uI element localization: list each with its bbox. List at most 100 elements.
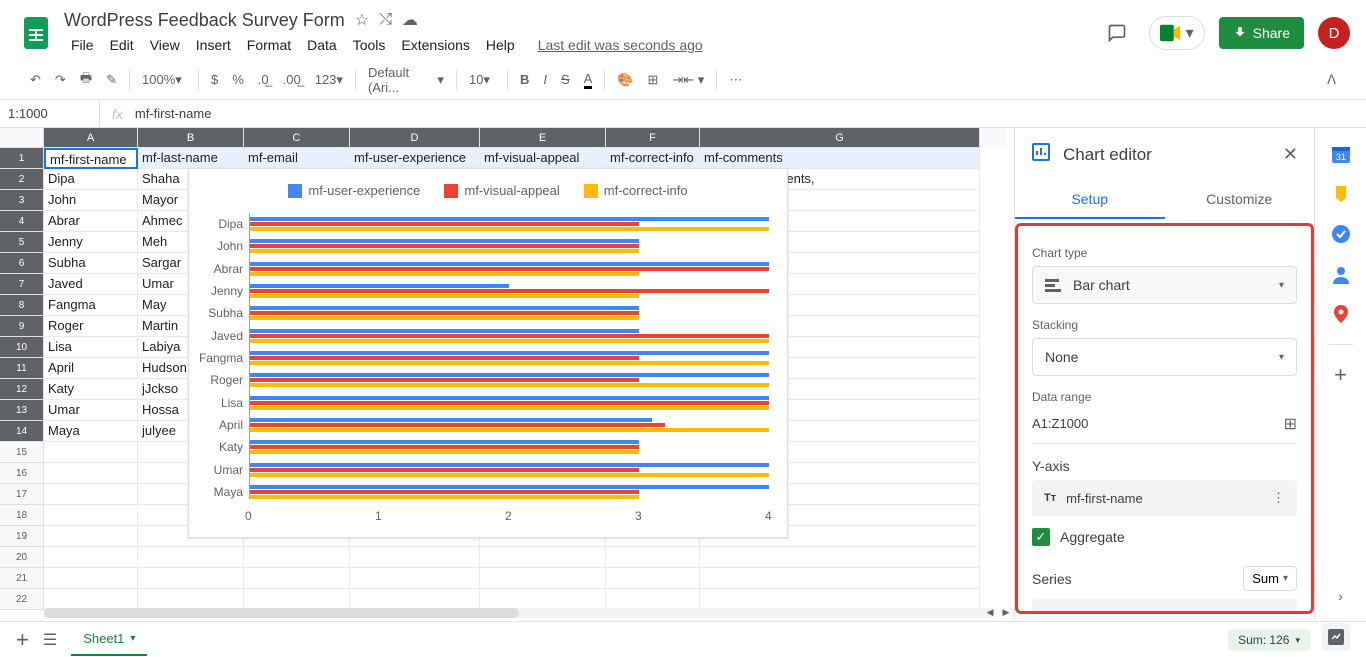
cell-C1[interactable]: mf-email [244, 148, 350, 169]
print-icon[interactable]: 🖶 [74, 65, 98, 95]
series-chip[interactable]: 123mf-user-experienceSum ⋮ [1032, 599, 1297, 614]
cell-A4[interactable]: Abrar [44, 211, 138, 232]
col-header-A[interactable]: A [44, 128, 138, 148]
menu-file[interactable]: File [64, 33, 101, 57]
addons-icon[interactable]: + [1331, 365, 1351, 385]
chart-type-select[interactable]: Bar chart▾ [1032, 266, 1297, 304]
dec-decimal-icon[interactable]: .0̲ [252, 68, 275, 91]
cell-E1[interactable]: mf-visual-appeal [480, 148, 606, 169]
row-header-11[interactable]: 11 [0, 358, 44, 379]
comments-icon[interactable] [1099, 15, 1135, 51]
cell-A9[interactable]: Roger [44, 316, 138, 337]
fill-color-icon[interactable]: 🎨 [611, 68, 639, 92]
cell-B21[interactable] [138, 568, 244, 589]
percent-icon[interactable]: % [226, 68, 250, 91]
inc-decimal-icon[interactable]: .00̲ [277, 68, 307, 91]
all-sheets-button[interactable]: ☰ [43, 630, 57, 650]
sheets-logo[interactable] [16, 13, 56, 53]
cell-A11[interactable]: April [44, 358, 138, 379]
col-header-D[interactable]: D [350, 128, 480, 148]
row-header-1[interactable]: 1 [0, 148, 44, 169]
maps-icon[interactable] [1331, 304, 1351, 324]
scroll-right-icon[interactable]: ▶ [998, 606, 1014, 618]
embedded-chart[interactable]: mf-user-experiencemf-visual-appealmf-cor… [188, 168, 788, 538]
zoom-select[interactable]: 100% ▾ [136, 68, 192, 92]
cell-A20[interactable] [44, 547, 138, 568]
cell-A13[interactable]: Umar [44, 400, 138, 421]
move-icon[interactable]: ⤭ [379, 11, 392, 29]
cell-D21[interactable] [350, 568, 480, 589]
row-header-18[interactable]: 18 [0, 505, 44, 526]
italic-icon[interactable]: I [537, 68, 553, 91]
close-icon[interactable]: ✕ [1283, 144, 1298, 165]
font-size[interactable]: 10 ▾ [463, 68, 501, 92]
tab-setup[interactable]: Setup [1015, 181, 1165, 219]
row-header-15[interactable]: 15 [0, 442, 44, 463]
collapse-toolbar-icon[interactable]: ᐱ [1321, 68, 1342, 92]
more-formats[interactable]: 123 ▾ [309, 68, 349, 92]
cell-G20[interactable] [700, 547, 980, 568]
cell-A14[interactable]: Maya [44, 421, 138, 442]
cell-A7[interactable]: Javed [44, 274, 138, 295]
name-box[interactable]: 1:1000 [0, 100, 100, 127]
col-header-F[interactable]: F [606, 128, 700, 148]
cell-B20[interactable] [138, 547, 244, 568]
row-header-2[interactable]: 2 [0, 169, 44, 190]
cell-A22[interactable] [44, 589, 138, 610]
doc-title[interactable]: WordPress Feedback Survey Form [64, 10, 345, 31]
text-color-icon[interactable]: A [578, 67, 599, 93]
cell-A8[interactable]: Fangma [44, 295, 138, 316]
cell-E21[interactable] [480, 568, 606, 589]
menu-tools[interactable]: Tools [346, 33, 393, 57]
yaxis-menu-icon[interactable]: ⋮ [1272, 490, 1285, 506]
cell-A1[interactable]: mf-first-name [44, 148, 138, 169]
merge-icon[interactable]: ⇥⇤ ▾ [666, 68, 710, 92]
cell-A16[interactable] [44, 463, 138, 484]
cell-F1[interactable]: mf-correct-info [606, 148, 700, 169]
cell-A19[interactable] [44, 526, 138, 547]
strike-icon[interactable]: S [555, 68, 576, 91]
cell-A17[interactable] [44, 484, 138, 505]
sheet-tab[interactable]: Sheet1▾ [71, 623, 147, 656]
row-header-9[interactable]: 9 [0, 316, 44, 337]
keep-icon[interactable] [1331, 184, 1351, 204]
row-header-13[interactable]: 13 [0, 400, 44, 421]
horizontal-scrollbar[interactable] [44, 608, 994, 618]
cell-C21[interactable] [244, 568, 350, 589]
account-avatar[interactable]: D [1318, 17, 1350, 49]
series-aggregate-select[interactable]: Sum▾ [1243, 566, 1297, 591]
font-select[interactable]: Default (Ari... ▾ [362, 61, 450, 99]
legend-item[interactable]: mf-correct-info [584, 183, 688, 198]
menu-view[interactable]: View [143, 33, 187, 57]
hide-panel-icon[interactable]: › [1331, 586, 1351, 606]
row-header-14[interactable]: 14 [0, 421, 44, 442]
row-header-4[interactable]: 4 [0, 211, 44, 232]
scroll-left-icon[interactable]: ◀ [982, 606, 998, 618]
yaxis-chip[interactable]: Tᴛmf-first-name⋮ [1032, 480, 1297, 516]
col-header-B[interactable]: B [138, 128, 244, 148]
row-header-16[interactable]: 16 [0, 463, 44, 484]
col-header-G[interactable]: G [700, 128, 980, 148]
cell-C22[interactable] [244, 589, 350, 610]
row-header-12[interactable]: 12 [0, 379, 44, 400]
cell-A12[interactable]: Katy [44, 379, 138, 400]
cell-E22[interactable] [480, 589, 606, 610]
cell-A10[interactable]: Lisa [44, 337, 138, 358]
cloud-icon[interactable]: ☁ [402, 10, 418, 30]
cell-C20[interactable] [244, 547, 350, 568]
menu-edit[interactable]: Edit [103, 33, 141, 57]
menu-format[interactable]: Format [240, 33, 298, 57]
star-icon[interactable]: ☆ [355, 10, 369, 30]
row-header-8[interactable]: 8 [0, 295, 44, 316]
select-range-icon[interactable]: ⊞ [1284, 414, 1297, 434]
currency-icon[interactable]: $ [205, 68, 224, 91]
row-header-20[interactable]: 20 [0, 547, 44, 568]
cell-B22[interactable] [138, 589, 244, 610]
legend-item[interactable]: mf-user-experience [288, 183, 420, 198]
cell-A2[interactable]: Dipa [44, 169, 138, 190]
cell-D20[interactable] [350, 547, 480, 568]
explore-button[interactable] [1322, 623, 1350, 651]
contacts-icon[interactable] [1331, 264, 1351, 284]
cell-E20[interactable] [480, 547, 606, 568]
paint-format-icon[interactable]: ✎ [100, 68, 123, 92]
